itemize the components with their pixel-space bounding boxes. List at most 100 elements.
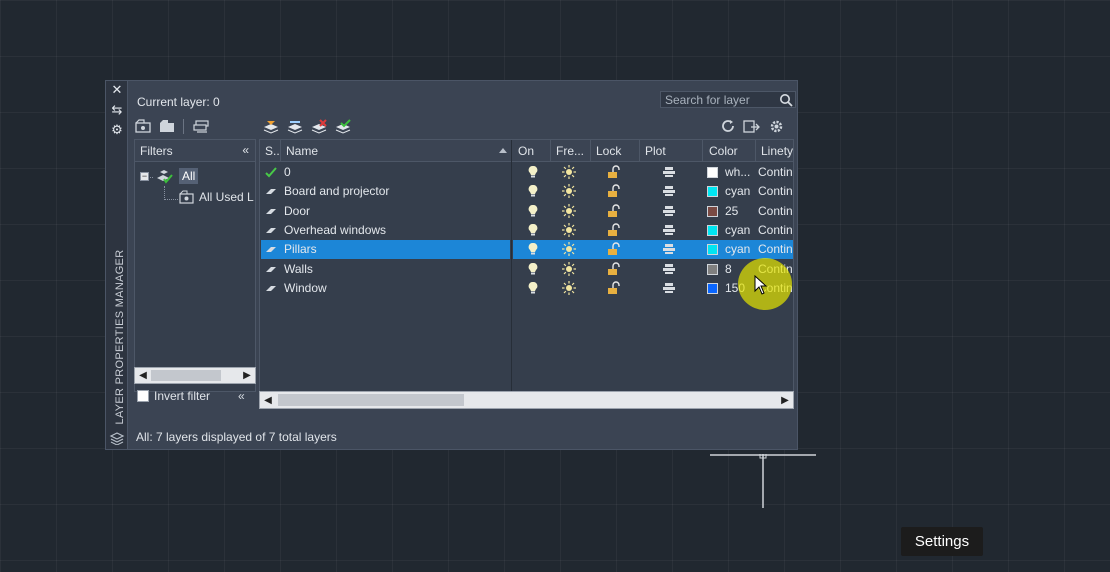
thaw-sun-icon[interactable]	[562, 261, 576, 276]
plot-printer-icon[interactable]	[662, 242, 676, 256]
color-swatch[interactable]	[707, 224, 718, 236]
color-swatch[interactable]	[707, 167, 718, 178]
collapse-filters-icon[interactable]: «	[242, 143, 249, 157]
new-group-filter-icon[interactable]	[159, 119, 176, 134]
settings-gear-icon[interactable]	[768, 119, 785, 134]
scroll-left-icon[interactable]: ◀	[261, 393, 275, 408]
layer-row[interactable]: Board and projector cyan Contin	[260, 182, 793, 201]
unlocked-padlock-icon[interactable]	[606, 203, 620, 218]
col-header-on[interactable]: On	[518, 144, 534, 158]
auto-hide-icon[interactable]: ⇆	[110, 103, 124, 117]
grid-horizontal-scrollbar[interactable]: ◀ ▶	[259, 391, 794, 409]
search-input[interactable]: Search for layer	[660, 91, 796, 108]
properties-gear-icon[interactable]: ⚙	[110, 123, 124, 137]
thaw-sun-icon[interactable]	[562, 184, 576, 199]
layer-on-bulb-icon[interactable]	[526, 184, 540, 198]
scroll-thumb[interactable]	[151, 370, 221, 381]
unlocked-padlock-icon[interactable]	[606, 184, 620, 198]
new-property-filter-icon[interactable]	[135, 119, 152, 134]
tree-item-all-used[interactable]: All Used L	[199, 190, 254, 204]
color-name[interactable]: cyan	[725, 223, 750, 237]
delete-layer-icon[interactable]	[311, 119, 328, 134]
linetype[interactable]: Contin	[758, 242, 793, 256]
linetype[interactable]: Contin	[758, 204, 793, 218]
plot-printer-icon[interactable]	[662, 281, 676, 295]
plot-printer-icon[interactable]	[662, 223, 676, 237]
col-header-name[interactable]: Name	[286, 144, 318, 158]
unlocked-padlock-icon[interactable]	[606, 261, 620, 276]
layer-states-manager-icon[interactable]	[193, 119, 210, 134]
layer-name[interactable]: 0	[284, 165, 291, 179]
thaw-sun-icon[interactable]	[562, 222, 576, 237]
thaw-sun-icon[interactable]	[562, 203, 576, 218]
linetype[interactable]: Contin	[758, 184, 793, 198]
search-icon[interactable]	[779, 93, 793, 107]
layer-on-bulb-icon[interactable]	[526, 165, 540, 179]
layer-name[interactable]: Board and projector	[284, 184, 389, 198]
plot-printer-icon[interactable]	[662, 165, 676, 179]
color-swatch[interactable]	[707, 244, 718, 256]
layer-row[interactable]: Overhead windows cyan Contin	[260, 221, 793, 240]
color-name[interactable]: 25	[725, 204, 738, 218]
layer-row[interactable]: Pillars cyan Contin	[260, 240, 793, 260]
layer-row[interactable]: 0 wh... Contin	[260, 163, 793, 182]
scroll-right-icon[interactable]: ▶	[240, 368, 254, 383]
color-name[interactable]: cyan	[725, 242, 750, 256]
close-icon[interactable]: ✕	[110, 83, 124, 97]
col-header-linetype[interactable]: Linety	[761, 144, 793, 158]
unlocked-padlock-icon[interactable]	[606, 223, 620, 237]
layer-row[interactable]: Door 25 Contin	[260, 202, 793, 221]
filters-horizontal-scrollbar[interactable]: ◀ ▶	[134, 367, 256, 384]
new-layer-vp-frozen-icon[interactable]	[287, 119, 304, 134]
layer-name[interactable]: Overhead windows	[284, 223, 386, 237]
color-swatch[interactable]	[707, 282, 718, 294]
thaw-sun-icon[interactable]	[562, 280, 576, 295]
thaw-sun-icon[interactable]	[562, 165, 576, 179]
col-header-freeze[interactable]: Fre...	[556, 144, 584, 158]
layer-name[interactable]: Door	[284, 204, 310, 218]
color-name[interactable]: 8	[725, 262, 732, 276]
scroll-thumb[interactable]	[278, 394, 464, 406]
layer-name[interactable]: Walls	[284, 262, 313, 276]
layer-on-bulb-icon[interactable]	[526, 281, 540, 295]
layer-on-bulb-icon[interactable]	[526, 242, 540, 256]
set-current-icon[interactable]	[335, 119, 352, 134]
col-header-lock[interactable]: Lock	[596, 144, 621, 158]
scroll-left-icon[interactable]: ◀	[136, 368, 150, 383]
plot-printer-icon[interactable]	[662, 204, 676, 218]
plot-printer-icon[interactable]	[662, 184, 676, 198]
layer-on-bulb-icon[interactable]	[526, 262, 540, 276]
layer-name[interactable]: Window	[284, 281, 327, 295]
layer-name[interactable]: Pillars	[284, 242, 317, 256]
color-name[interactable]: cyan	[725, 184, 750, 198]
tree-expander-icon[interactable]: −	[140, 172, 149, 181]
refresh-icon[interactable]	[720, 119, 737, 134]
unlocked-padlock-icon[interactable]	[606, 281, 620, 295]
checkbox-box[interactable]	[137, 390, 149, 402]
color-swatch[interactable]	[707, 186, 718, 198]
thaw-sun-icon[interactable]	[562, 242, 576, 257]
new-layer-icon[interactable]	[263, 119, 280, 134]
tree-item-all[interactable]: All	[179, 168, 199, 184]
layer-row[interactable]: Window150Contin	[260, 279, 793, 298]
scroll-right-icon[interactable]: ▶	[778, 393, 792, 408]
collapse-tree-icon[interactable]: «	[238, 389, 245, 403]
color-swatch[interactable]	[707, 263, 718, 275]
invert-filter-checkbox[interactable]: Invert filter	[137, 389, 210, 403]
layer-translator-icon[interactable]	[743, 119, 760, 134]
col-header-plot[interactable]: Plot	[645, 144, 666, 158]
layer-on-bulb-icon[interactable]	[526, 223, 540, 237]
linetype[interactable]: Contin	[758, 165, 793, 179]
plot-printer-icon[interactable]	[662, 262, 676, 276]
layer-on-bulb-icon[interactable]	[526, 204, 540, 218]
layer-row[interactable]: Walls8Contin	[260, 260, 793, 279]
color-name[interactable]: wh...	[725, 165, 750, 179]
layer-status-icon	[266, 247, 276, 253]
unlocked-padlock-icon[interactable]	[606, 242, 620, 256]
layer-status-icon	[266, 227, 276, 233]
unlocked-padlock-icon[interactable]	[606, 165, 620, 179]
col-header-color[interactable]: Color	[709, 144, 738, 158]
color-swatch[interactable]	[707, 205, 718, 217]
linetype[interactable]: Contin	[758, 223, 793, 237]
col-header-status[interactable]: S..	[265, 144, 280, 158]
